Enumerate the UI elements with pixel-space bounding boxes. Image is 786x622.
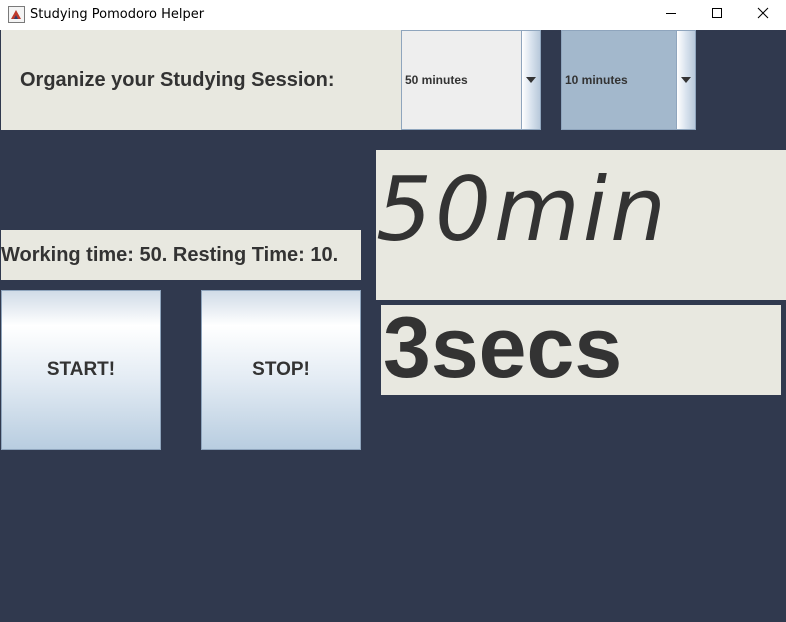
- session-heading: Organize your Studying Session:: [20, 69, 335, 91]
- window-title: Studying Pomodoro Helper: [30, 7, 205, 22]
- maximize-button[interactable]: [694, 0, 740, 30]
- maximize-icon: [711, 6, 723, 24]
- title-bar: Studying Pomodoro Helper: [0, 0, 786, 30]
- work-duration-select[interactable]: 50 minutes: [401, 30, 541, 130]
- chevron-down-icon: [526, 77, 536, 83]
- close-button[interactable]: [740, 0, 786, 30]
- status-text: Working time: 50. Resting Time: 10.: [1, 244, 339, 266]
- seconds-display: 3secs: [381, 300, 781, 396]
- minimize-icon: [665, 6, 677, 24]
- java-app-icon: [8, 6, 25, 23]
- minutes-text: 50min: [376, 158, 669, 261]
- status-panel: Working time: 50. Resting Time: 10.: [1, 230, 361, 280]
- work-duration-value[interactable]: 50 minutes: [402, 31, 522, 129]
- rest-duration-value[interactable]: 10 minutes: [562, 31, 677, 129]
- start-button[interactable]: START!: [1, 290, 161, 450]
- close-icon: [757, 6, 769, 24]
- stop-button[interactable]: STOP!: [201, 290, 361, 450]
- rest-duration-select[interactable]: 10 minutes: [561, 30, 696, 130]
- header-panel: Organize your Studying Session:: [1, 30, 401, 130]
- work-duration-dropdown-button[interactable]: [522, 31, 540, 129]
- chevron-down-icon: [681, 77, 691, 83]
- minimize-button[interactable]: [648, 0, 694, 30]
- minutes-display: 50min: [376, 150, 786, 300]
- rest-duration-dropdown-button[interactable]: [677, 31, 695, 129]
- main-content: Organize your Studying Session: 50 minut…: [0, 30, 786, 622]
- seconds-text: 3secs: [383, 300, 623, 396]
